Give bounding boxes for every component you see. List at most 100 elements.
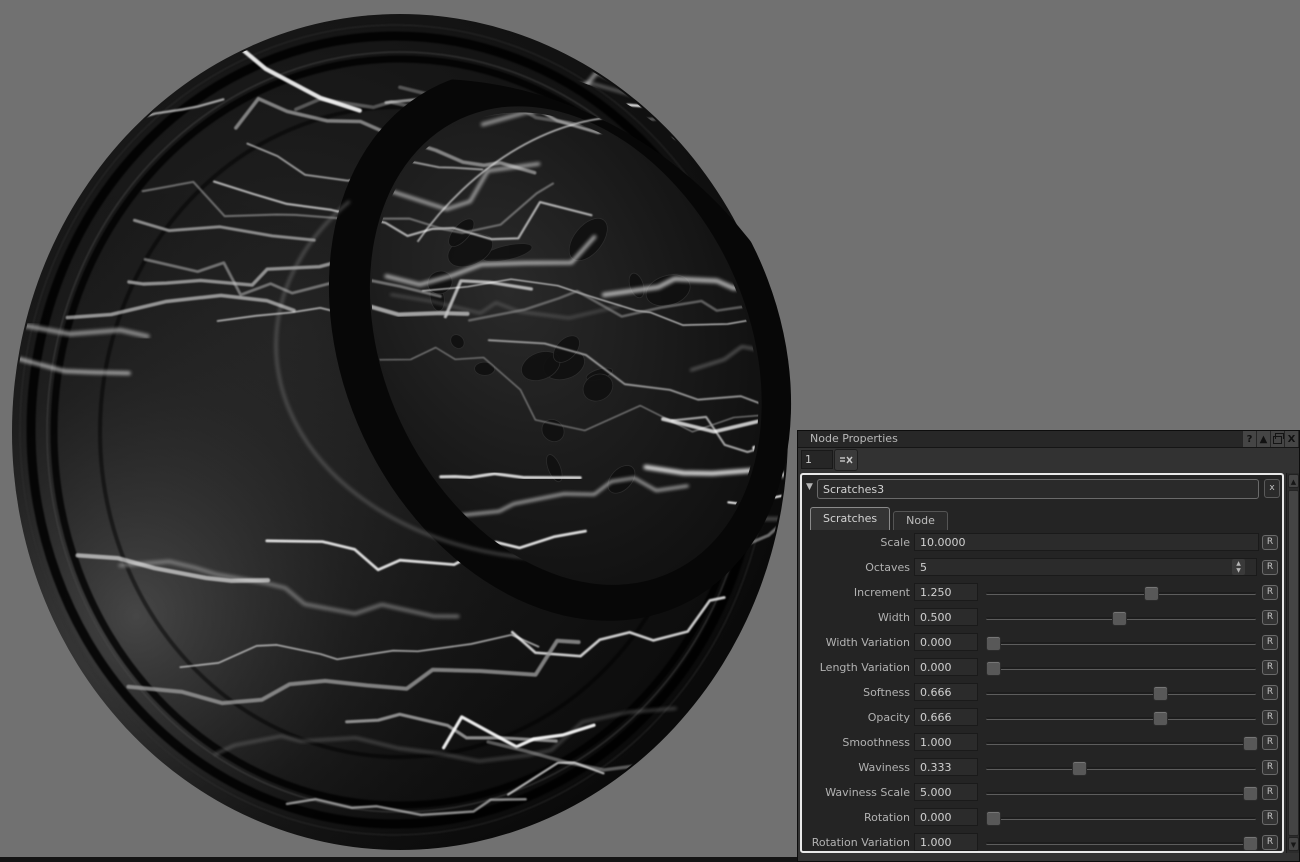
revert-button[interactable]: R bbox=[1262, 760, 1278, 775]
revert-button[interactable]: R bbox=[1262, 685, 1278, 700]
slider-track[interactable] bbox=[986, 742, 1256, 745]
max-panels-input[interactable] bbox=[801, 450, 833, 469]
param-value-input[interactable] bbox=[914, 808, 978, 826]
scrollbar-thumb[interactable] bbox=[1288, 490, 1299, 836]
slider-handle[interactable] bbox=[1153, 686, 1168, 701]
scroll-up-icon[interactable]: ▲ bbox=[1288, 474, 1299, 488]
clear-panels-icon bbox=[839, 454, 853, 466]
node-properties-panel: Node Properties ? ▲ X ▼ bbox=[797, 430, 1300, 862]
param-label: Waviness bbox=[798, 761, 910, 774]
param-label: Width Variation bbox=[798, 636, 910, 649]
slider-handle[interactable] bbox=[1153, 711, 1168, 726]
param-value-input[interactable] bbox=[914, 783, 978, 801]
revert-button[interactable]: R bbox=[1262, 585, 1278, 600]
param-label: Octaves bbox=[798, 561, 910, 574]
slider-handle[interactable] bbox=[1112, 611, 1127, 626]
help-icon[interactable]: ? bbox=[1242, 431, 1256, 447]
slider-handle[interactable] bbox=[986, 636, 1001, 651]
panel-title: Node Properties bbox=[810, 432, 898, 445]
param-label: Length Variation bbox=[798, 661, 910, 674]
clear-panels-button[interactable] bbox=[834, 449, 858, 471]
slider-handle[interactable] bbox=[1243, 836, 1258, 851]
tab-scratches[interactable]: Scratches bbox=[810, 507, 890, 530]
slider-handle[interactable] bbox=[1243, 786, 1258, 801]
slider-track[interactable] bbox=[986, 767, 1256, 770]
chevron-down-icon[interactable]: ▼ bbox=[806, 482, 813, 492]
revert-button[interactable]: R bbox=[1262, 710, 1278, 725]
param-row: Scale R bbox=[798, 531, 1282, 556]
spinner-down-icon[interactable]: ▼ bbox=[1236, 567, 1241, 574]
slider-handle[interactable] bbox=[986, 811, 1001, 826]
param-value-input[interactable] bbox=[914, 733, 978, 751]
node-panel-header: ▼ x bbox=[798, 479, 1282, 503]
param-label: Smoothness bbox=[798, 736, 910, 749]
param-row: Waviness R bbox=[798, 756, 1282, 781]
param-value-input[interactable] bbox=[914, 608, 978, 626]
param-row: Width R bbox=[798, 606, 1282, 631]
slider-track[interactable] bbox=[986, 792, 1256, 795]
tab-bar: Scratches Node bbox=[810, 507, 948, 530]
dock-icon[interactable]: ▲ bbox=[1256, 431, 1270, 447]
param-row: Rotation R bbox=[798, 806, 1282, 831]
param-value-input[interactable] bbox=[914, 558, 1257, 576]
slider-track[interactable] bbox=[986, 617, 1256, 620]
param-row: Rotation Variation R bbox=[798, 831, 1282, 856]
param-value-input[interactable] bbox=[914, 583, 978, 601]
slider-track[interactable] bbox=[986, 667, 1256, 670]
param-label: Softness bbox=[798, 686, 910, 699]
close-icon[interactable]: X bbox=[1284, 431, 1298, 447]
param-row: Octaves ▲▼ R bbox=[798, 556, 1282, 581]
param-label: Increment bbox=[798, 586, 910, 599]
revert-button[interactable]: R bbox=[1262, 660, 1278, 675]
panel-titlebar[interactable]: Node Properties ? ▲ X bbox=[798, 431, 1299, 448]
param-value-input[interactable] bbox=[914, 683, 978, 701]
scroll-down-icon[interactable]: ▼ bbox=[1288, 837, 1299, 851]
slider-handle[interactable] bbox=[986, 661, 1001, 676]
titlebar-buttons: ? ▲ X bbox=[1242, 431, 1298, 447]
node-close-button[interactable]: x bbox=[1264, 479, 1280, 498]
revert-button[interactable]: R bbox=[1262, 835, 1278, 850]
slider-track[interactable] bbox=[986, 842, 1256, 845]
slider-handle[interactable] bbox=[1243, 736, 1258, 751]
node-name-input[interactable] bbox=[817, 479, 1259, 499]
param-value-input[interactable] bbox=[914, 833, 978, 851]
application-window: Node Properties ? ▲ X ▼ bbox=[0, 0, 1300, 862]
param-label: Rotation Variation bbox=[798, 836, 910, 849]
param-value-input[interactable] bbox=[914, 758, 978, 776]
revert-button[interactable]: R bbox=[1262, 635, 1278, 650]
revert-button[interactable]: R bbox=[1262, 610, 1278, 625]
param-row: Waviness Scale R bbox=[798, 781, 1282, 806]
param-label: Waviness Scale bbox=[798, 786, 910, 799]
param-row: OpacityR bbox=[798, 706, 1282, 731]
param-row: Length Variation R bbox=[798, 656, 1282, 681]
slider-track[interactable] bbox=[986, 717, 1256, 720]
param-label: Scale bbox=[798, 536, 910, 549]
param-label: Width bbox=[798, 611, 910, 624]
float-icon[interactable] bbox=[1270, 431, 1284, 447]
revert-button[interactable]: R bbox=[1262, 735, 1278, 750]
param-row: Softness R bbox=[798, 681, 1282, 706]
slider-track[interactable] bbox=[986, 817, 1256, 820]
param-value-input[interactable] bbox=[914, 633, 978, 651]
spinner-up-icon[interactable]: ▲ bbox=[1236, 560, 1241, 567]
spinner-control[interactable]: ▲▼ bbox=[1232, 559, 1245, 575]
panel-toolbar bbox=[798, 448, 1299, 473]
scrollbar[interactable]: ▲ ▼ bbox=[1286, 473, 1300, 853]
slider-track[interactable] bbox=[986, 692, 1256, 695]
param-row: Increment R bbox=[798, 581, 1282, 606]
tab-node[interactable]: Node bbox=[893, 511, 948, 530]
slider-track[interactable] bbox=[986, 592, 1256, 595]
slider-handle[interactable] bbox=[1072, 761, 1087, 776]
slider-handle[interactable] bbox=[1144, 586, 1159, 601]
slider-track[interactable] bbox=[986, 642, 1256, 645]
param-label: Rotation bbox=[798, 811, 910, 824]
param-row: Width Variation R bbox=[798, 631, 1282, 656]
param-row: Smoothness R bbox=[798, 731, 1282, 756]
revert-button[interactable]: R bbox=[1262, 560, 1278, 575]
param-value-input[interactable] bbox=[914, 533, 1259, 551]
revert-button[interactable]: R bbox=[1262, 785, 1278, 800]
revert-button[interactable]: R bbox=[1262, 810, 1278, 825]
revert-button[interactable]: R bbox=[1262, 535, 1278, 550]
param-value-input[interactable] bbox=[914, 708, 978, 726]
param-value-input[interactable] bbox=[914, 658, 978, 676]
